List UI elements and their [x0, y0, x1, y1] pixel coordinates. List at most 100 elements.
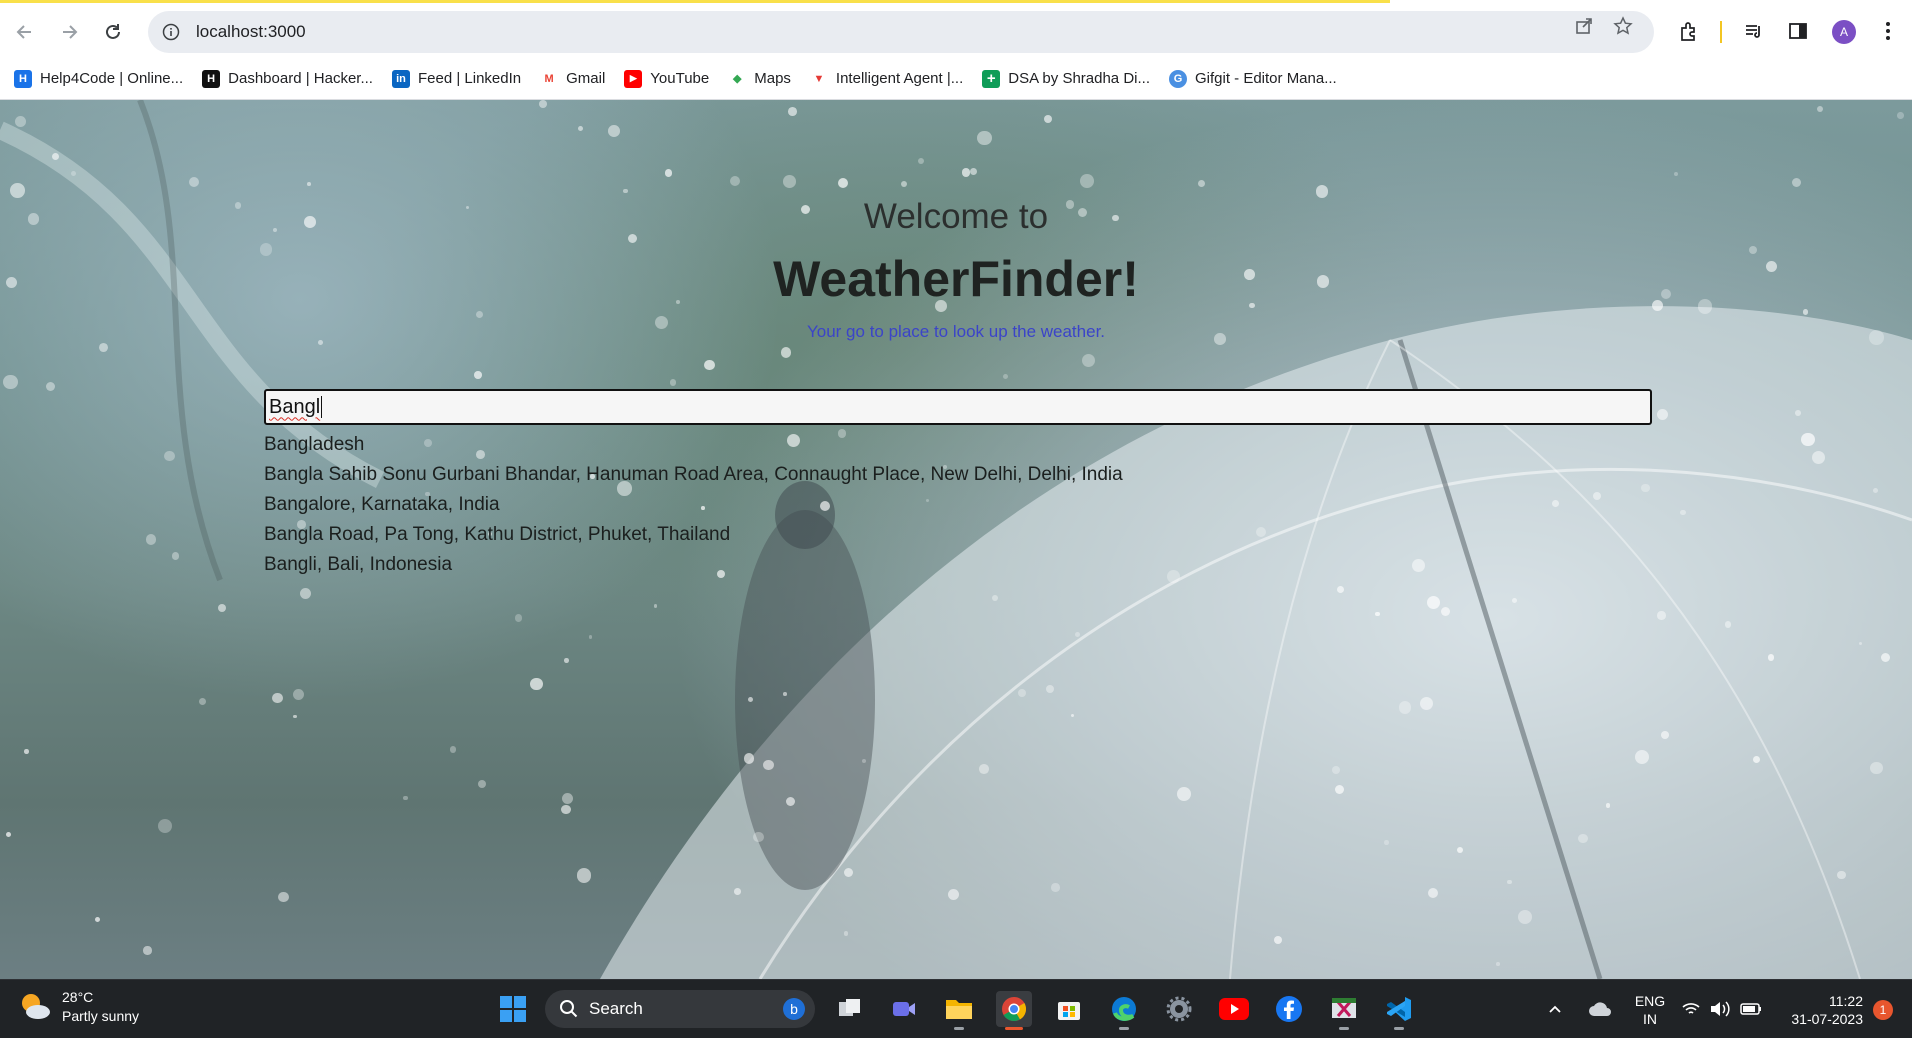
taskbar-store[interactable]	[1051, 991, 1087, 1027]
bookmark-dsa-sheet[interactable]: + DSA by Shradha Di...	[982, 69, 1150, 88]
page-title: WeatherFinder!	[773, 251, 1139, 307]
profile-avatar[interactable]: A	[1832, 20, 1856, 44]
clock-time: 11:22	[1829, 993, 1863, 1009]
snowflake	[1167, 570, 1180, 583]
quick-settings[interactable]	[1678, 991, 1768, 1027]
url-text[interactable]: localhost:3000	[196, 22, 306, 42]
snowflake	[14, 115, 26, 127]
address-bar[interactable]: localhost:3000	[148, 11, 1654, 53]
bookmark-label: DSA by Shradha Di...	[1008, 70, 1150, 87]
weather-widget[interactable]: 28°C Partly sunny	[18, 988, 139, 1026]
bookmark-intelligent-agent[interactable]: ▼ Intelligent Agent |...	[809, 69, 963, 88]
snowflake	[145, 533, 157, 545]
suggestion-item[interactable]: Bangalore, Karnataka, India	[264, 490, 1123, 520]
taskbar-edge[interactable]	[1106, 991, 1142, 1030]
wifi-volume-battery-icons	[1682, 1001, 1761, 1017]
back-button[interactable]	[8, 15, 42, 49]
windows-logo-icon	[500, 996, 526, 1022]
bookmark-gmail[interactable]: M Gmail	[540, 69, 606, 88]
forward-button[interactable]	[52, 15, 86, 49]
search-icon	[560, 1000, 578, 1018]
taskbar-settings[interactable]	[1161, 991, 1197, 1027]
snowflake	[1724, 621, 1732, 628]
snowflake	[991, 595, 998, 602]
reload-button[interactable]	[96, 15, 130, 49]
edge-icon	[1112, 997, 1136, 1021]
bookmark-youtube[interactable]: ▶ YouTube	[624, 69, 709, 88]
snowflake	[1767, 654, 1774, 661]
language-code: ENG	[1634, 993, 1666, 1009]
os-taskbar: 28°C Partly sunny Search b ENG IN 11:22 …	[0, 979, 1912, 1038]
snowflake	[607, 125, 620, 137]
region-code: IN	[1643, 1011, 1657, 1027]
snowflake	[1661, 731, 1670, 739]
snowflake	[1384, 840, 1389, 845]
bing-icon[interactable]: b	[783, 998, 805, 1020]
site-info-icon[interactable]	[160, 21, 182, 43]
taskbar-facebook[interactable]	[1271, 991, 1307, 1027]
running-indicator	[1394, 1027, 1404, 1030]
task-view-button[interactable]	[832, 991, 868, 1027]
sheets-icon: +	[982, 69, 1001, 88]
snowflake	[1641, 483, 1650, 493]
search-input-value[interactable]: Bangl	[269, 396, 320, 419]
menu-kebab-icon[interactable]	[1874, 17, 1902, 45]
bookmark-linkedin[interactable]: in Feed | LinkedIn	[391, 69, 521, 88]
partly-sunny-icon	[18, 990, 52, 1024]
taskbar-search[interactable]: Search b	[545, 990, 815, 1028]
side-panel-icon[interactable]	[1784, 17, 1812, 45]
bookmark-label: Gmail	[566, 70, 606, 87]
snowflake	[1079, 173, 1094, 188]
taskbar-snipping-tool[interactable]	[1326, 991, 1362, 1030]
snowflake	[1419, 697, 1433, 711]
folder-icon	[946, 1000, 972, 1019]
bookmark-hackerearth[interactable]: H Dashboard | Hacker...	[202, 69, 373, 88]
snowflake	[539, 100, 548, 108]
snowflake	[98, 343, 108, 353]
snowflake	[300, 587, 312, 599]
media-control-icon[interactable]	[1740, 17, 1768, 45]
snowflake	[861, 758, 866, 763]
maps-icon: ◆	[728, 69, 747, 88]
snowflake	[1552, 500, 1559, 507]
taskbar-file-explorer[interactable]	[941, 991, 977, 1030]
onedrive-tray[interactable]	[1585, 991, 1615, 1027]
tray-overflow-button[interactable]	[1542, 991, 1568, 1027]
input-language[interactable]: ENG IN	[1630, 992, 1670, 1028]
snowflake	[164, 450, 175, 462]
snowflake	[780, 347, 791, 358]
extensions-icon[interactable]	[1675, 17, 1703, 45]
snowflake	[530, 677, 543, 691]
taskbar-chrome[interactable]	[996, 991, 1032, 1030]
snowflake	[292, 688, 304, 700]
share-icon[interactable]	[1571, 13, 1597, 39]
bookmark-maps[interactable]: ◆ Maps	[728, 69, 791, 88]
snowflake	[1045, 684, 1054, 693]
suggestion-list: Bangladesh Bangla Sahib Sonu Gurbani Bha…	[264, 430, 1123, 580]
running-indicator	[954, 1027, 964, 1030]
snowflake	[653, 604, 658, 608]
notification-badge[interactable]: 1	[1873, 1000, 1893, 1020]
taskbar-meet[interactable]	[886, 991, 922, 1027]
taskbar-youtube[interactable]	[1216, 991, 1252, 1027]
start-button[interactable]	[495, 991, 531, 1027]
hackerearth-icon: H	[202, 69, 221, 88]
taskbar-vscode[interactable]	[1381, 991, 1417, 1030]
suggestion-item[interactable]: Bangla Sahib Sonu Gurbani Bhandar, Hanum…	[264, 460, 1123, 490]
bookmark-gifgit[interactable]: G Gifgit - Editor Mana...	[1169, 69, 1337, 88]
snowflake	[143, 946, 152, 955]
snowflake	[1197, 179, 1205, 187]
snowflake	[576, 868, 592, 883]
bookmark-star-icon[interactable]	[1610, 13, 1636, 39]
snowflake	[24, 749, 29, 754]
clock[interactable]: 11:22 31-07-2023	[1773, 992, 1863, 1028]
toolbar-divider	[1720, 21, 1722, 43]
location-search-input[interactable]: Bangl	[264, 389, 1652, 425]
snowflake	[1872, 487, 1878, 493]
snowflake	[917, 157, 924, 164]
bookmark-help4code[interactable]: H Help4Code | Online...	[14, 69, 183, 88]
suggestion-item[interactable]: Bangla Road, Pa Tong, Kathu District, Ph…	[264, 520, 1123, 550]
suggestion-item[interactable]: Bangli, Bali, Indonesia	[264, 550, 1123, 580]
snowflake	[977, 130, 992, 146]
suggestion-item[interactable]: Bangladesh	[264, 430, 1123, 460]
